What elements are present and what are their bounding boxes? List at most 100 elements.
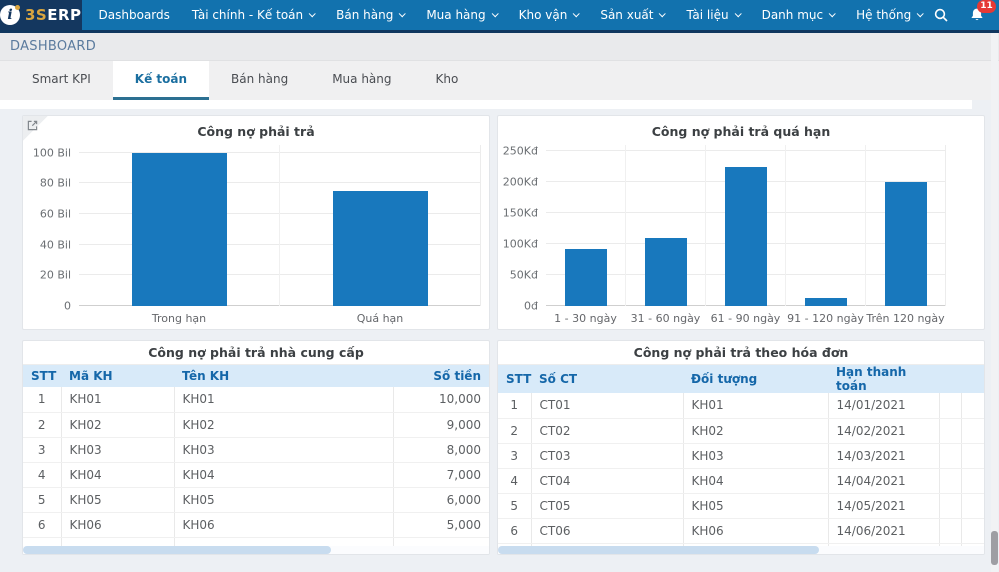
table-cell: 5 [498,493,531,518]
bar-61-90-ngay[interactable] [725,167,767,306]
invoice-payables-table: STTSố CTĐối tượngHạn thanh toán1CT01KH01… [498,365,984,555]
table-cell: 4 [498,468,531,493]
bar-1-30-ngay[interactable] [565,249,607,306]
table-cell: KH04 [683,468,828,493]
column-header-ten-kh[interactable]: Tên KH [174,365,393,387]
table-row: 5CT05KH0514/05/2021 [498,493,984,518]
bar-31-60-ngay[interactable] [645,238,687,306]
table-cell: 4 [23,462,61,487]
table-cell: KH03 [174,437,393,462]
table-row: 4CT04KH0414/04/2021 [498,468,984,493]
tab-ban-hang[interactable]: Bán hàng [209,61,310,100]
menu-item-mua-hang[interactable]: Mua hàng [415,0,507,30]
table-cell: KH02 [61,412,174,437]
table-cell-empty [939,443,961,468]
table-cell-empty [961,443,984,468]
table-cell-empty [961,493,984,518]
table-title: Công nợ phải trả nhà cung cấp [23,341,489,365]
y-axis-tick-label: 100 Bil [33,146,71,159]
search-icon[interactable] [933,7,949,23]
menu-item-danh-muc[interactable]: Danh mục [751,0,846,30]
table-cell-empty [939,468,961,493]
table-cell: CT02 [531,418,683,443]
table-cell-empty [939,393,961,418]
table-title: Công nợ phải trả theo hóa đơn [498,341,984,365]
tab-mua-hang[interactable]: Mua hàng [310,61,413,100]
table-cell: 2 [498,418,531,443]
y-axis-tick-label: 60 Bil [40,208,71,221]
chart-plot-area: 020 Bil40 Bil60 Bil80 Bil100 BilTrong hạ… [79,145,481,306]
tabs-bottom-strip [0,100,972,109]
menu-item-tai-lieu[interactable]: Tài liệu [675,0,750,30]
table-cell: KH02 [174,412,393,437]
table-cell: KH06 [174,512,393,537]
menu-item-label: Tài chính - Kế toán [192,8,303,22]
chart-category-91-120-ngay: 91 - 120 ngày [785,145,865,306]
menu-item-label: Tài liệu [686,8,728,22]
menu-item-label: Sản xuất [600,8,653,22]
column-header-stt[interactable]: STT [498,365,531,393]
y-axis-tick-label: 200Kđ [503,176,538,189]
bar-tren-120-ngay[interactable] [885,182,927,306]
tab-smart-kpi[interactable]: Smart KPI [10,61,113,100]
y-axis-tick-label: 100Kđ [503,238,538,251]
chart-category-61-90-ngay: 61 - 90 ngày [705,145,785,306]
menu-item-tai-chinh-ke-toan[interactable]: Tài chính - Kế toán [181,0,325,30]
horizontal-scrollbar-thumb[interactable] [498,546,819,554]
table-cell: 8,000 [393,437,489,462]
column-header-han-thanh-toan[interactable]: Hạn thanh toán [828,365,939,393]
vertical-scrollbar-thumb[interactable] [991,531,998,565]
table-card-invoice-payables: Công nợ phải trả theo hóa đơn STTSố CTĐố… [497,340,985,555]
bar-trong-han[interactable] [132,153,227,306]
expand-chart-icon[interactable] [23,116,49,142]
menu-item-label: Hệ thống [856,8,911,22]
menu-item-label: Bán hàng [336,8,393,22]
chart-card-payables: Công nợ phải trả 020 Bil40 Bil60 Bil80 B… [22,115,490,330]
chevron-down-icon [917,10,924,17]
menu-item-kho-van[interactable]: Kho vận [508,0,590,30]
menu-item-san-xuat[interactable]: Sản xuất [589,0,675,30]
table-cell: KH04 [174,462,393,487]
chart-title: Công nợ phải trả [23,116,489,141]
bar-qua-han[interactable] [333,191,428,306]
table-cell: CT05 [531,493,683,518]
vertical-scrollbar [991,33,998,572]
chart-plot-area: 0đ50Kđ100Kđ150Kđ200Kđ250Kđ1 - 30 ngày31 … [546,145,946,306]
menu-item-ban-hang[interactable]: Bán hàng [325,0,415,30]
column-header-stt[interactable]: STT [23,365,61,387]
column-header-so-tien[interactable]: Số tiền [393,365,489,387]
column-header-empty [961,365,984,393]
chart-category-31-60-ngay: 31 - 60 ngày [625,145,705,306]
table-cell: KH03 [683,443,828,468]
chevron-down-icon [734,10,741,17]
notifications-bell-icon[interactable]: 11 [969,7,985,23]
table-row: 3CT03KH0314/03/2021 [498,443,984,468]
table-cell-empty [939,518,961,543]
tab-ke-toan[interactable]: Kế toán [113,61,209,100]
table-cell: 9,000 [393,412,489,437]
column-header-so-ct[interactable]: Số CT [531,365,683,393]
column-header-doi-tuong[interactable]: Đối tượng [683,365,828,393]
horizontal-scrollbar-thumb[interactable] [23,546,331,554]
table-cell: CT03 [531,443,683,468]
chevron-down-icon [491,10,498,17]
x-axis-tick-label: 61 - 90 ngày [711,312,781,325]
table-cell: 2 [23,412,61,437]
menu-item-he-thong[interactable]: Hệ thống [845,0,933,30]
x-axis-tick-label: Trên 120 ngày [866,312,944,325]
notification-badge: 11 [977,0,996,13]
table-cell: CT06 [531,518,683,543]
table-cell: KH01 [683,393,828,418]
menu-item-dashboards[interactable]: Dashboards [88,0,181,30]
chart-columns: Trong hạnQuá hạn [79,145,481,306]
table-cell: KH02 [683,418,828,443]
x-axis-tick-label: 31 - 60 ngày [631,312,701,325]
dashboard-content: Công nợ phải trả 020 Bil40 Bil60 Bil80 B… [0,109,999,572]
column-header-empty [939,365,961,393]
table-cell: KH05 [61,487,174,512]
app-logo[interactable]: i 3SERP [0,0,82,30]
bar-91-120-ngay[interactable] [805,298,847,306]
tab-kho[interactable]: Kho [414,61,481,100]
column-header-ma-kh[interactable]: Mã KH [61,365,174,387]
table-header-row: STTMã KHTên KHSố tiền [23,365,489,387]
